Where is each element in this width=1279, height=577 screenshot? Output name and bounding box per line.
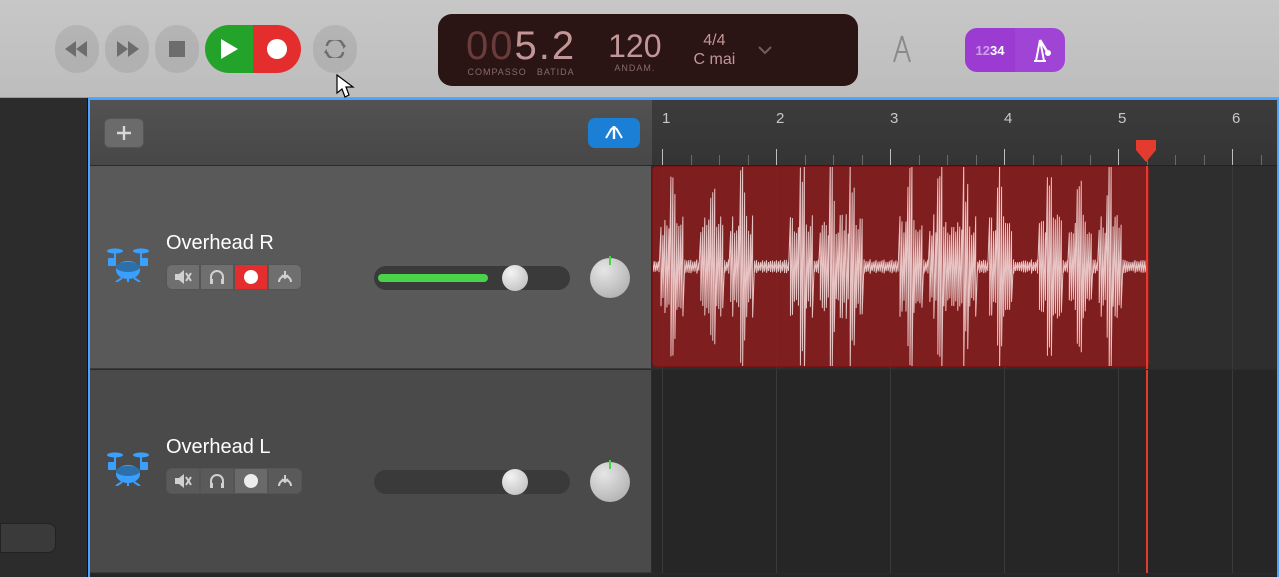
track-header[interactable]: Overhead L [90,370,652,573]
stop-button[interactable] [155,25,199,73]
track-name[interactable]: Overhead L [166,436,271,459]
track-row[interactable]: Overhead R [90,166,1277,370]
countin-bright: 34 [990,43,1004,58]
position-display[interactable]: 005.2 COMPASSO BATIDA [438,14,592,86]
countin-button[interactable]: 1234 [965,28,1015,72]
beat-value: 2 [552,24,576,68]
bar-prefix: 00 [466,24,515,68]
track-lane[interactable] [652,166,1277,369]
timeline-ruler[interactable]: 1 2 3 4 5 6 [652,100,1277,166]
playhead-line [1146,166,1148,369]
input-monitor-button[interactable] [268,264,302,290]
solo-button[interactable] [200,264,234,290]
tempo-display[interactable]: 120 ANDAM. [592,14,677,86]
arrangement-area: 1 2 3 4 5 6 Overhead R Overhead L [88,98,1279,577]
ruler-bar-number: 2 [776,110,784,127]
track-lane[interactable] [652,370,1277,573]
playhead-line [1146,370,1148,573]
catch-playhead-button[interactable] [588,118,640,148]
play-button[interactable] [205,25,253,73]
track-row[interactable]: Overhead L [90,370,1277,574]
countin-dim: 12 [976,43,990,58]
mute-button[interactable] [166,264,200,290]
track-name[interactable]: Overhead R [166,232,274,255]
panel-toggle[interactable] [0,523,56,553]
workspace: 1 2 3 4 5 6 Overhead R Overhead L [0,98,1279,577]
track-header-bar [90,100,652,166]
tempo-label: ANDAM. [614,63,655,73]
bar-value: 5 [515,24,539,68]
time-signature: 4/4 [703,31,725,50]
ruler-bar-number: 1 [662,110,670,127]
left-gutter [0,98,88,577]
lcd-mode-chevron-icon[interactable] [751,14,779,86]
ruler-bar-number: 3 [890,110,898,127]
audio-region-recording[interactable] [652,166,1150,367]
key-signature: C mai [694,50,736,69]
metronome-button[interactable] [1015,28,1065,72]
record-enable-button[interactable] [234,264,268,290]
mute-button[interactable] [166,468,200,494]
pan-knob[interactable] [590,258,630,298]
signature-display[interactable]: 4/4 C mai [678,14,752,86]
header-row: 1 2 3 4 5 6 [90,100,1277,166]
transport-controls [55,25,357,73]
tuner-button[interactable] [888,32,916,71]
right-toolbar: 1234 [965,28,1065,72]
ruler-bar-number: 5 [1118,110,1126,127]
solo-button[interactable] [200,468,234,494]
forward-button[interactable] [105,25,149,73]
add-track-button[interactable] [104,118,144,148]
drum-kit-icon [104,448,152,491]
track-list: Overhead R Overhead L [90,166,1277,574]
tempo-value: 120 [608,28,661,65]
lcd-display[interactable]: 005.2 COMPASSO BATIDA 120 ANDAM. 4/4 C m… [438,14,858,86]
toolbar: 005.2 COMPASSO BATIDA 120 ANDAM. 4/4 C m… [0,0,1279,98]
bar-label: COMPASSO [467,67,526,77]
record-enable-button[interactable] [234,468,268,494]
track-buttons [166,264,302,290]
record-button[interactable] [253,25,301,73]
volume-fader[interactable] [374,266,570,290]
track-header[interactable]: Overhead R [90,166,652,369]
volume-fader[interactable] [374,470,570,494]
track-buttons [166,468,302,494]
pan-knob[interactable] [590,462,630,502]
rewind-button[interactable] [55,25,99,73]
ruler-bar-number: 6 [1232,110,1240,127]
cycle-button[interactable] [313,25,357,73]
beat-label: BATIDA [537,67,575,77]
input-monitor-button[interactable] [268,468,302,494]
ruler-bar-number: 4 [1004,110,1012,127]
playhead-marker[interactable] [1134,138,1158,164]
drum-kit-icon [104,244,152,287]
